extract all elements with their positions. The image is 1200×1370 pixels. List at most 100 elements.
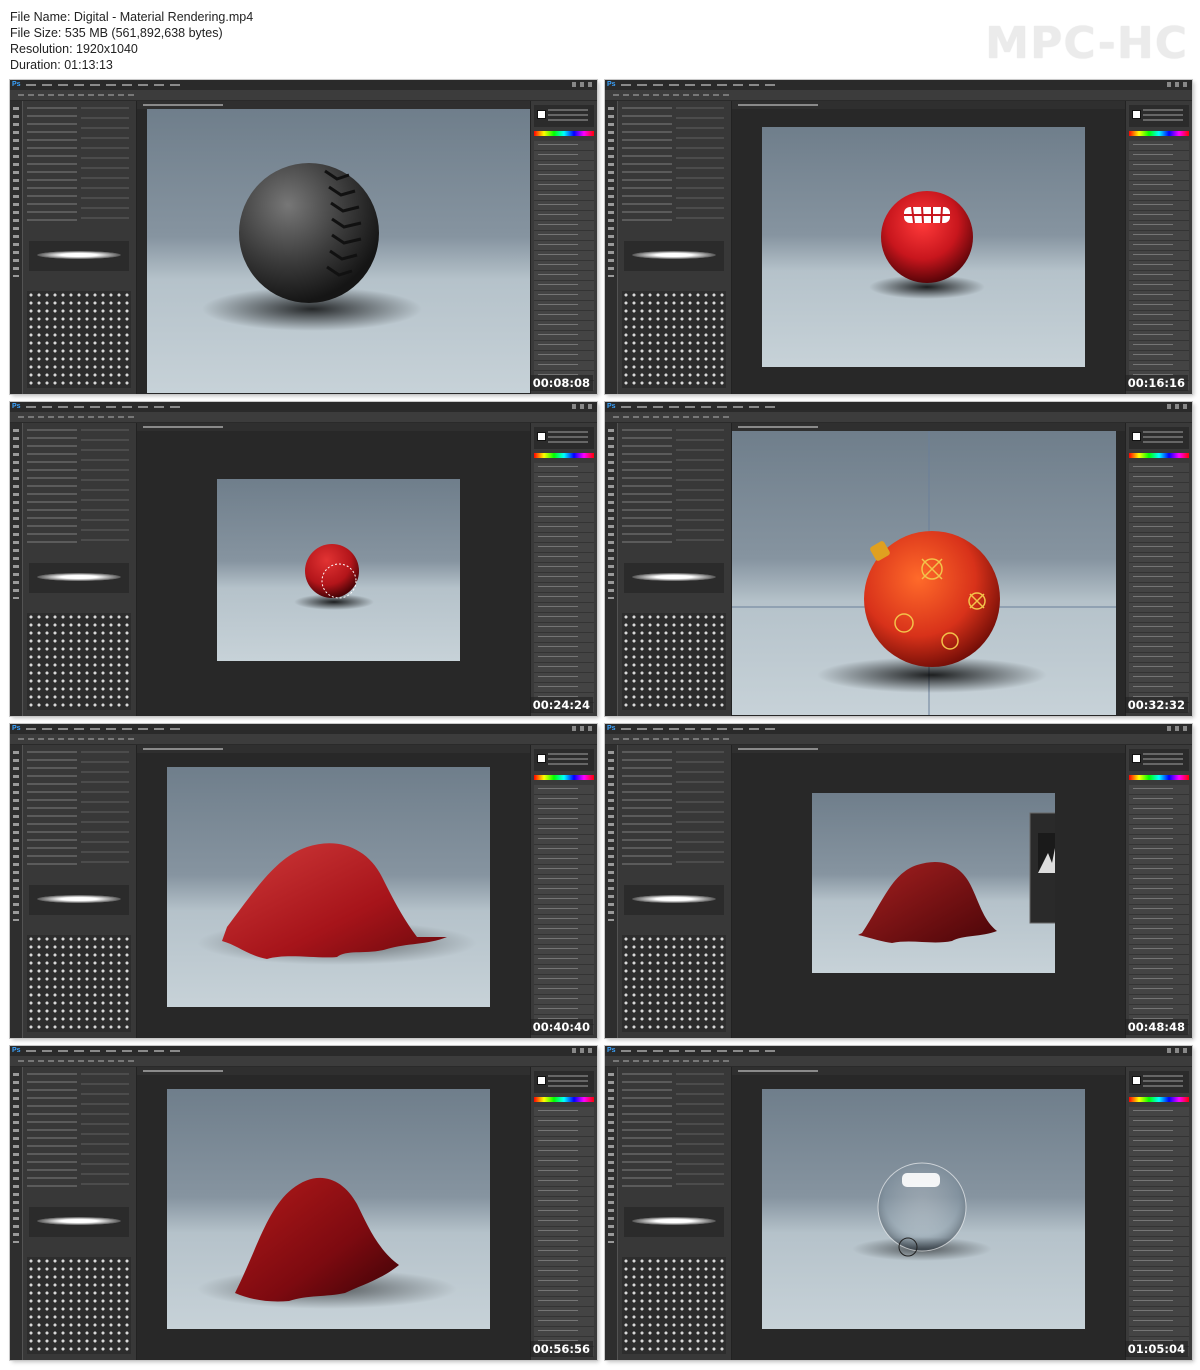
tools-panel: [605, 101, 617, 394]
tools-panel: [605, 423, 617, 716]
video-thumbnail-8[interactable]: Ps 01:05:04: [605, 1046, 1192, 1360]
menu-items: [26, 406, 186, 408]
duration: Duration: 01:13:13: [10, 58, 113, 72]
color-panel: [1129, 1071, 1189, 1093]
layers-panel: [1125, 101, 1192, 394]
brush-panel: [618, 1067, 732, 1360]
canvas: [147, 109, 531, 393]
brush-options: [81, 107, 129, 227]
rubber-ball-icon: [147, 109, 531, 394]
brush-panel: [618, 423, 732, 716]
video-thumbnail-1[interactable]: Ps 00:08:08: [10, 80, 597, 394]
brush-panel: [618, 101, 732, 394]
brush-settings-list: [27, 107, 77, 227]
timecode: 00:08:08: [529, 375, 593, 391]
brush-stroke-preview: [29, 885, 129, 915]
ps-logo: Ps: [607, 81, 616, 88]
brush-settings-list: [622, 107, 672, 227]
brush-presets-grid: [622, 935, 726, 1032]
timecode: 00:48:48: [1124, 1019, 1188, 1035]
brush-settings-list: [622, 429, 672, 549]
video-thumbnail-4[interactable]: Ps 00:32:32: [605, 402, 1192, 716]
brush-panel: [23, 1067, 137, 1360]
layer-list: [1129, 463, 1189, 715]
brush-presets-grid: [27, 613, 131, 710]
ps-workspace: [732, 109, 1125, 394]
red-cloth-levels-icon: [812, 793, 1111, 978]
ps-logo: Ps: [607, 403, 616, 410]
glass-ball-icon: [762, 1089, 1085, 1334]
window-buttons: [1167, 82, 1189, 87]
timecode: 00:56:56: [529, 1341, 593, 1357]
color-swatch: [1132, 1076, 1141, 1085]
stroke-icon: [632, 573, 716, 581]
video-thumbnail-3[interactable]: Ps 00:24:24: [10, 402, 597, 716]
color-swatch: [1132, 754, 1141, 763]
document-tab: [732, 101, 1125, 109]
stroke-icon: [37, 251, 121, 259]
brush-panel: [23, 101, 137, 394]
color-panel: [534, 105, 594, 127]
color-panel: [534, 1071, 594, 1093]
brush-presets-grid: [622, 1257, 726, 1354]
ps-workspace: [137, 431, 530, 716]
ornament-ball-icon: [732, 431, 1116, 716]
video-thumbnail-7[interactable]: Ps 00:56:56: [10, 1046, 597, 1360]
color-panel: [1129, 749, 1189, 771]
ps-menubar: Ps: [605, 402, 1192, 412]
color-spectrum: [534, 131, 594, 136]
ps-workspace: [137, 753, 530, 1038]
video-thumbnail-5[interactable]: Ps 00:40:40: [10, 724, 597, 1038]
color-swatch: [537, 754, 546, 763]
timecode: 01:05:04: [1124, 1341, 1188, 1357]
options-bar: [10, 1056, 597, 1067]
options-bar: [605, 1056, 1192, 1067]
brush-stroke-preview: [624, 885, 724, 915]
color-panel: [534, 749, 594, 771]
ps-menubar: Ps: [10, 1046, 597, 1056]
timecode: 00:16:16: [1124, 375, 1188, 391]
video-thumbnail-2[interactable]: Ps 00:16:16: [605, 80, 1192, 394]
color-spectrum: [1129, 131, 1189, 136]
timecode: 00:24:24: [529, 697, 593, 713]
red-cloth-icon: [167, 767, 490, 1012]
brush-panel: [618, 745, 732, 1038]
layers-panel: [530, 1067, 597, 1360]
brush-settings-list: [27, 751, 77, 871]
brush-panel: [23, 423, 137, 716]
timecode: 00:40:40: [529, 1019, 593, 1035]
file-info: File Name: Digital - Material Rendering.…: [10, 9, 253, 73]
layer-list: [534, 785, 594, 1037]
brush-stroke-preview: [29, 563, 129, 593]
brush-presets-grid: [27, 1257, 131, 1354]
layers-panel: [530, 101, 597, 394]
brush-stroke-preview: [624, 241, 724, 271]
color-swatch: [537, 432, 546, 441]
ps-menubar: Ps: [10, 402, 597, 412]
options-bar: [605, 412, 1192, 423]
document-tab: [137, 1067, 530, 1075]
brush-options: [81, 429, 129, 549]
tools-panel: [10, 1067, 22, 1360]
window-buttons: [1167, 1048, 1189, 1053]
options-bar: [10, 90, 597, 101]
ps-logo: Ps: [607, 1047, 616, 1054]
color-spectrum: [1129, 453, 1189, 458]
ps-menubar: Ps: [10, 80, 597, 90]
tools-panel: [10, 745, 22, 1038]
color-spectrum: [534, 775, 594, 780]
tools-panel: [10, 101, 22, 394]
video-thumbnail-6[interactable]: Ps 00:48:48: [605, 724, 1192, 1038]
options-bar: [605, 90, 1192, 101]
options-bar: [10, 734, 597, 745]
canvas: [167, 1089, 490, 1329]
brush-presets-grid: [27, 935, 131, 1032]
brush-options: [81, 751, 129, 871]
document-tab: [137, 101, 530, 109]
brush-settings-list: [27, 1073, 77, 1193]
document-tab: [732, 1067, 1125, 1075]
stroke-icon: [37, 1217, 121, 1225]
menu-items: [26, 1050, 186, 1052]
menu-items: [621, 406, 781, 408]
options-bar: [605, 734, 1192, 745]
